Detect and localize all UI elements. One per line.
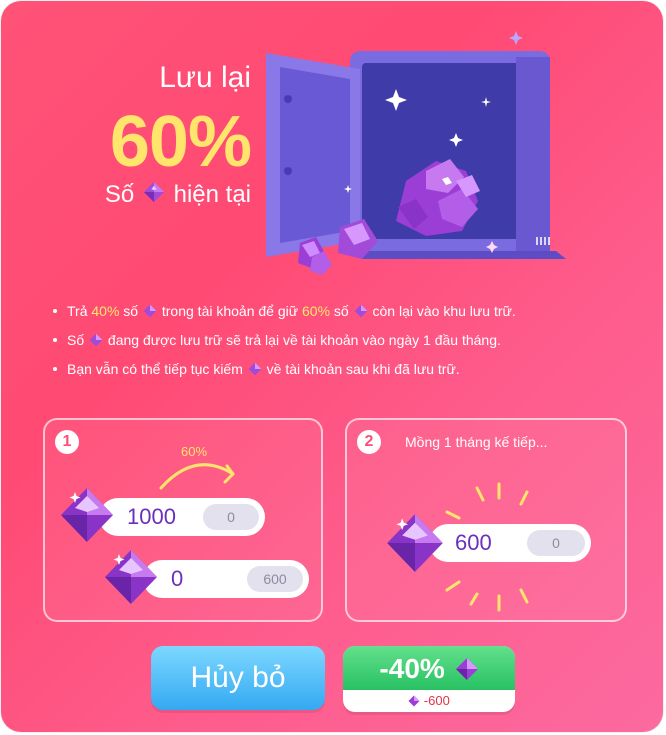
stored-gems-pill: 0 600 <box>143 560 309 598</box>
stored-gems-sub: 600 <box>247 566 303 592</box>
current-gems-value: 1000 <box>127 504 176 529</box>
save-button-top: -40% <box>343 646 515 690</box>
returned-gems-pill: 600 0 <box>429 524 591 562</box>
next-month-label: Mồng 1 tháng kế tiếp... <box>405 434 548 450</box>
gem-icon <box>143 303 157 323</box>
gem-icon <box>105 550 157 604</box>
gem-icon <box>61 488 113 542</box>
headline-subtitle: Số hiện tại <box>81 181 251 210</box>
gem-icon <box>387 514 443 572</box>
save-button-cost-value: -600 <box>423 693 450 708</box>
info-item-1: Trả 40% số trong tài khoản để giữ 60% số… <box>51 301 641 323</box>
save-button-cost: -600 <box>343 690 515 712</box>
subtitle-prefix: Số <box>104 181 135 208</box>
returned-gems-sub: 0 <box>527 530 585 556</box>
gem-icon <box>89 332 103 352</box>
gem-icon <box>354 303 368 323</box>
gem-icon <box>455 658 478 680</box>
info-list: Trả 40% số trong tài khoản để giữ 60% số… <box>51 301 641 388</box>
gem-icon <box>143 181 165 210</box>
headline-title: Lưu lại <box>159 61 251 94</box>
stored-gems-value: 0 <box>171 566 184 591</box>
save-button-label: -40% <box>379 653 445 684</box>
returned-gems-value: 600 <box>455 530 492 555</box>
step-2-badge: 2 <box>357 430 381 454</box>
current-gems-sub: 0 <box>203 504 259 530</box>
step-2-panel: 2 Mồng 1 tháng kế tiếp... 600 0 <box>345 418 627 622</box>
info-item-2: Số đang được lưu trữ sẽ trả lại về tài k… <box>51 330 641 352</box>
cancel-button[interactable]: Hủy bỏ <box>151 646 325 710</box>
safe-icon <box>266 31 566 275</box>
info-item-3: Bạn vẫn có thể tiếp tục kiếm về tài khoả… <box>51 359 641 381</box>
subtitle-suffix: hiện tại <box>173 181 251 208</box>
arrow-percent-label: 60% <box>181 444 208 459</box>
save-button[interactable]: -40% -600 <box>343 646 515 712</box>
gem-icon <box>408 695 420 707</box>
headline-percent: 60% <box>109 102 252 182</box>
save-gems-dialog: Lưu lại 60% Số hiện tại Trả 40% số trong… <box>1 1 663 732</box>
current-gems-pill: 1000 0 <box>99 498 265 536</box>
gem-icon <box>248 361 262 381</box>
step-1-badge: 1 <box>55 430 79 454</box>
step-1-panel: 1 60% 1000 0 0 600 <box>43 418 323 622</box>
